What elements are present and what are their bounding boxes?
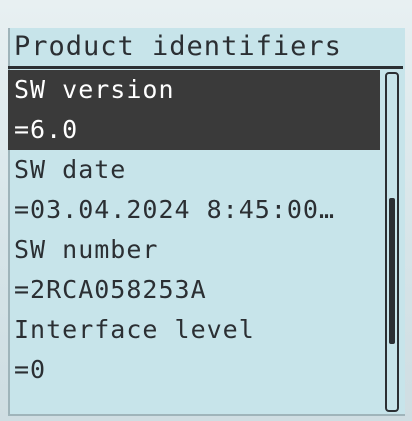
sw-version-label[interactable]: SW version (8, 70, 380, 110)
scrollbar-thumb[interactable] (389, 198, 395, 344)
sw-number-label[interactable]: SW number (8, 230, 380, 270)
title-divider (8, 66, 403, 69)
interface-level-label[interactable]: Interface level (8, 310, 380, 350)
scrollbar[interactable] (385, 72, 399, 412)
interface-level-value: =0 (14, 355, 47, 384)
sw-date-label[interactable]: SW date (8, 150, 380, 190)
sw-number-value: =2RCA058253A (14, 275, 207, 304)
sw-date-value: =03.04.2024 8:45:00… (14, 195, 336, 224)
sw-version-value: =6.0 (8, 110, 380, 150)
identifier-list[interactable]: SW version =6.0 SW date =03.04.2024 8:45… (8, 70, 380, 390)
screen-title: Product identifiers (14, 31, 342, 62)
